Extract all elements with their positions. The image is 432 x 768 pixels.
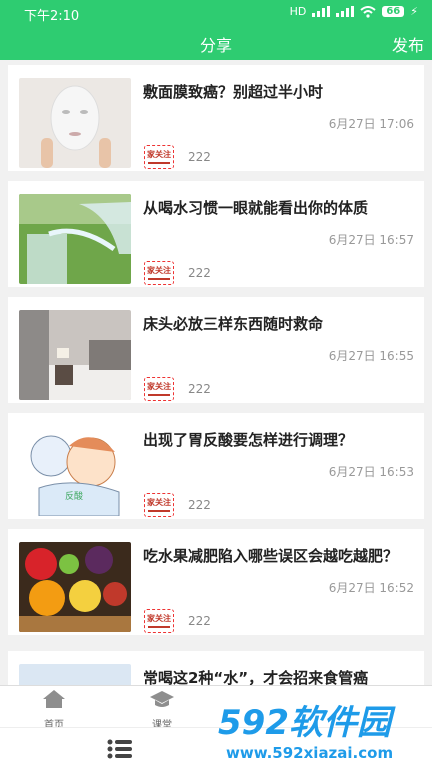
view-count: 222 <box>188 614 211 628</box>
article-card[interactable]: 反酸 出现了胃反酸要怎样进行调理？ 6月27日 16:53 家关注 222 <box>8 413 424 519</box>
article-thumbnail <box>19 78 131 168</box>
cell-signal-icon <box>312 6 331 17</box>
source-logo: 家关注 <box>144 145 174 169</box>
signal-indicator: HD <box>289 5 307 18</box>
article-time: 6月27日 16:55 <box>328 349 414 363</box>
svg-text:反酸: 反酸 <box>65 491 83 502</box>
cell-signal-icon-2 <box>336 6 355 17</box>
article-thumbnail <box>19 194 131 284</box>
article-title[interactable]: 吃水果减肥陷入哪些误区会越吃越肥？ <box>143 545 413 568</box>
page-title: 分享 <box>199 36 232 55</box>
article-title[interactable]: 常喝这2种“水”，才会招来食管癌 <box>143 667 413 685</box>
article-title[interactable]: 从喝水习惯一眼就能看出你的体质 <box>143 197 413 220</box>
article-card[interactable]: 床头必放三样东西随时救命 6月27日 16:55 家关注 222 <box>8 297 424 403</box>
view-count: 222 <box>188 498 211 512</box>
status-time: 下午2:10 <box>24 9 80 24</box>
view-count: 222 <box>188 150 211 164</box>
article-time: 6月27日 16:57 <box>328 233 414 247</box>
article-card[interactable]: 从喝水习惯一眼就能看出你的体质 6月27日 16:57 家关注 222 <box>8 181 424 287</box>
article-thumbnail <box>19 310 131 400</box>
menu-icon[interactable] <box>106 738 134 760</box>
article-time: 6月27日 16:52 <box>328 581 414 595</box>
view-count: 222 <box>188 266 211 280</box>
article-time: 6月27日 16:53 <box>328 465 414 479</box>
home-icon <box>43 690 65 708</box>
source-logo: 家关注 <box>144 493 174 517</box>
app-header: 分享 发布 <box>0 26 432 60</box>
watermark-brand: 592软件园 <box>218 703 396 743</box>
tab-classroom[interactable]: 课堂 <box>122 688 202 731</box>
article-time: 6月27日 17:06 <box>328 117 414 131</box>
article-title[interactable]: 床头必放三样东西随时救命 <box>143 313 413 336</box>
source-logo: 家关注 <box>144 609 174 633</box>
tab-home[interactable]: 首页 <box>14 688 94 731</box>
publish-button[interactable]: 发布 <box>392 32 424 56</box>
charging-icon: ⚡ <box>410 5 418 18</box>
view-count: 222 <box>188 382 211 396</box>
article-list[interactable]: 敷面膜致癌？别超过半小时 6月27日 17:06 家关注 222 从喝水习惯一眼… <box>0 60 432 685</box>
battery-indicator: 66 <box>382 6 405 17</box>
article-thumbnail: 反酸 <box>19 426 131 516</box>
article-thumbnail <box>19 542 131 632</box>
source-logo: 家关注 <box>144 261 174 285</box>
article-card[interactable]: 敷面膜致癌？别超过半小时 6月27日 17:06 家关注 222 <box>8 65 424 171</box>
article-title[interactable]: 敷面膜致癌？别超过半小时 <box>143 81 413 104</box>
article-card[interactable]: 常喝这2种“水”，才会招来食管癌 <box>8 651 424 685</box>
wifi-icon <box>360 5 376 18</box>
status-bar: 下午2:10 HD 66 ⚡ <box>0 0 432 26</box>
watermark-url: www.592xiazai.com <box>226 744 393 762</box>
article-card[interactable]: 吃水果减肥陷入哪些误区会越吃越肥？ 6月27日 16:52 家关注 222 <box>8 529 424 635</box>
graduation-cap-icon <box>150 691 174 707</box>
source-logo: 家关注 <box>144 377 174 401</box>
watermark: 592软件园 www.592xiazai.com <box>212 690 432 768</box>
article-title[interactable]: 出现了胃反酸要怎样进行调理？ <box>143 429 413 452</box>
article-thumbnail <box>19 664 131 685</box>
